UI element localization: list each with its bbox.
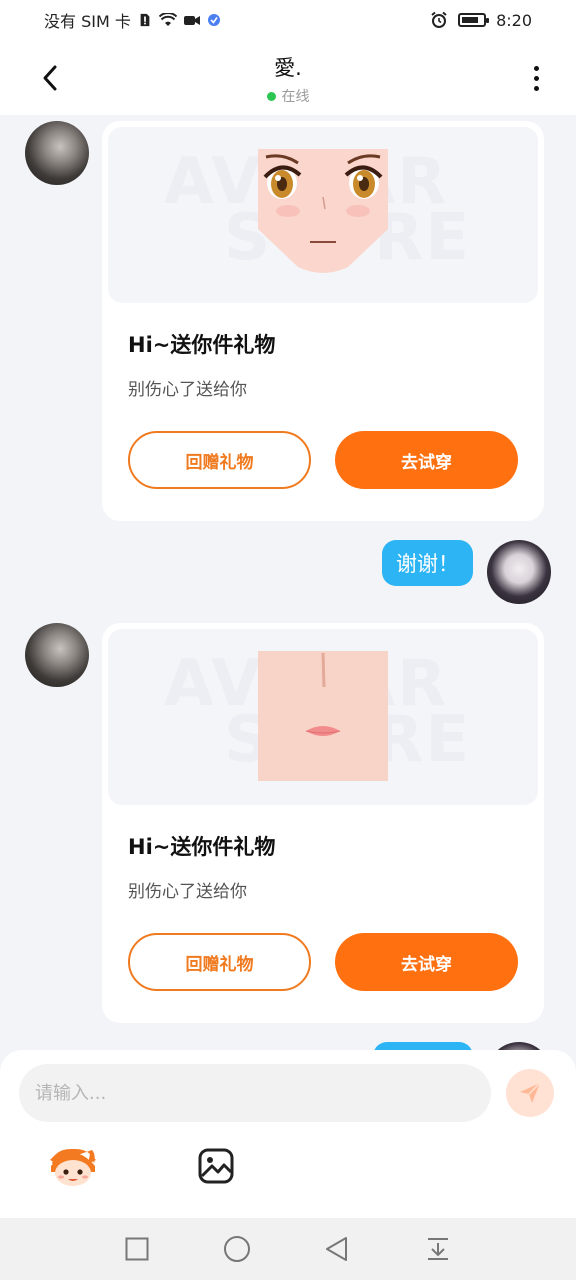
gift-title: Hi~送你件礼物 [128, 333, 276, 357]
carrier-text: 没有 SIM 卡 [44, 12, 131, 31]
sender-avatar[interactable] [25, 121, 89, 185]
online-status-text: 在线 [281, 89, 310, 105]
more-options-button[interactable] [516, 58, 556, 98]
return-gift-button[interactable]: 回赠礼物 [128, 933, 311, 991]
face-eyes-item-image [258, 149, 388, 273]
gift-card: AVATAR STORE Hi~送你 [102, 121, 544, 521]
app-badge-icon [207, 14, 220, 26]
online-status: 在线 [0, 86, 576, 106]
message-input[interactable] [19, 1064, 491, 1122]
contact-info: 愛. 在线 [0, 52, 576, 106]
send-icon [520, 1082, 541, 1103]
home-icon [224, 1236, 250, 1262]
gift-subtitle: 别伤心了送给你 [128, 882, 247, 902]
home-button[interactable] [222, 1234, 252, 1264]
contact-name: 愛. [274, 56, 302, 80]
battery-icon [458, 13, 490, 27]
more-vertical-icon [533, 65, 539, 71]
clock-text: 8:20 [496, 10, 532, 30]
back-nav-button[interactable] [322, 1234, 352, 1264]
recent-apps-icon [125, 1237, 149, 1261]
status-right: 8:20 [430, 11, 532, 30]
try-on-button[interactable]: 去试穿 [335, 431, 518, 489]
image-icon[interactable] [196, 1146, 236, 1186]
gift-title: Hi~送你件礼物 [128, 835, 276, 859]
online-dot-icon [266, 91, 276, 101]
recent-apps-button[interactable] [122, 1234, 152, 1264]
message-bubble[interactable]: 谢谢！ [382, 540, 473, 586]
system-nav-bar [0, 1218, 576, 1280]
notification-pull-icon [428, 1238, 448, 1260]
wifi-icon [158, 13, 177, 26]
video-icon [183, 16, 200, 25]
avatar-sticker-icon[interactable] [48, 1146, 98, 1188]
back-icon [326, 1237, 347, 1261]
return-gift-button[interactable]: 回赠礼物 [128, 431, 311, 489]
face-mouth-item-image [258, 651, 388, 781]
composer-panel [0, 1050, 576, 1218]
try-on-button[interactable]: 去试穿 [335, 933, 518, 991]
status-left: 没有 SIM 卡 [44, 8, 221, 32]
gift-card: AVATAR STORE Hi~送你件礼物 别伤心了送给你 回赠礼物 去试穿 [102, 623, 544, 1023]
sim-alert-icon [140, 13, 150, 27]
gift-preview[interactable]: AVATAR STORE [108, 127, 538, 303]
sender-avatar[interactable] [25, 623, 89, 687]
gift-preview[interactable]: AVATAR STORE [108, 629, 538, 805]
chat-header: 愛. 在线 [0, 40, 576, 115]
send-button[interactable] [506, 1069, 554, 1117]
gift-subtitle: 别伤心了送给你 [128, 380, 247, 400]
status-bar: 没有 SIM 卡 8:20 [0, 0, 576, 40]
chat-messages[interactable]: AVATAR STORE Hi~送你 [0, 115, 576, 1052]
notification-pull-button[interactable] [423, 1234, 453, 1264]
alarm-icon [431, 11, 447, 28]
my-avatar[interactable] [487, 540, 551, 604]
